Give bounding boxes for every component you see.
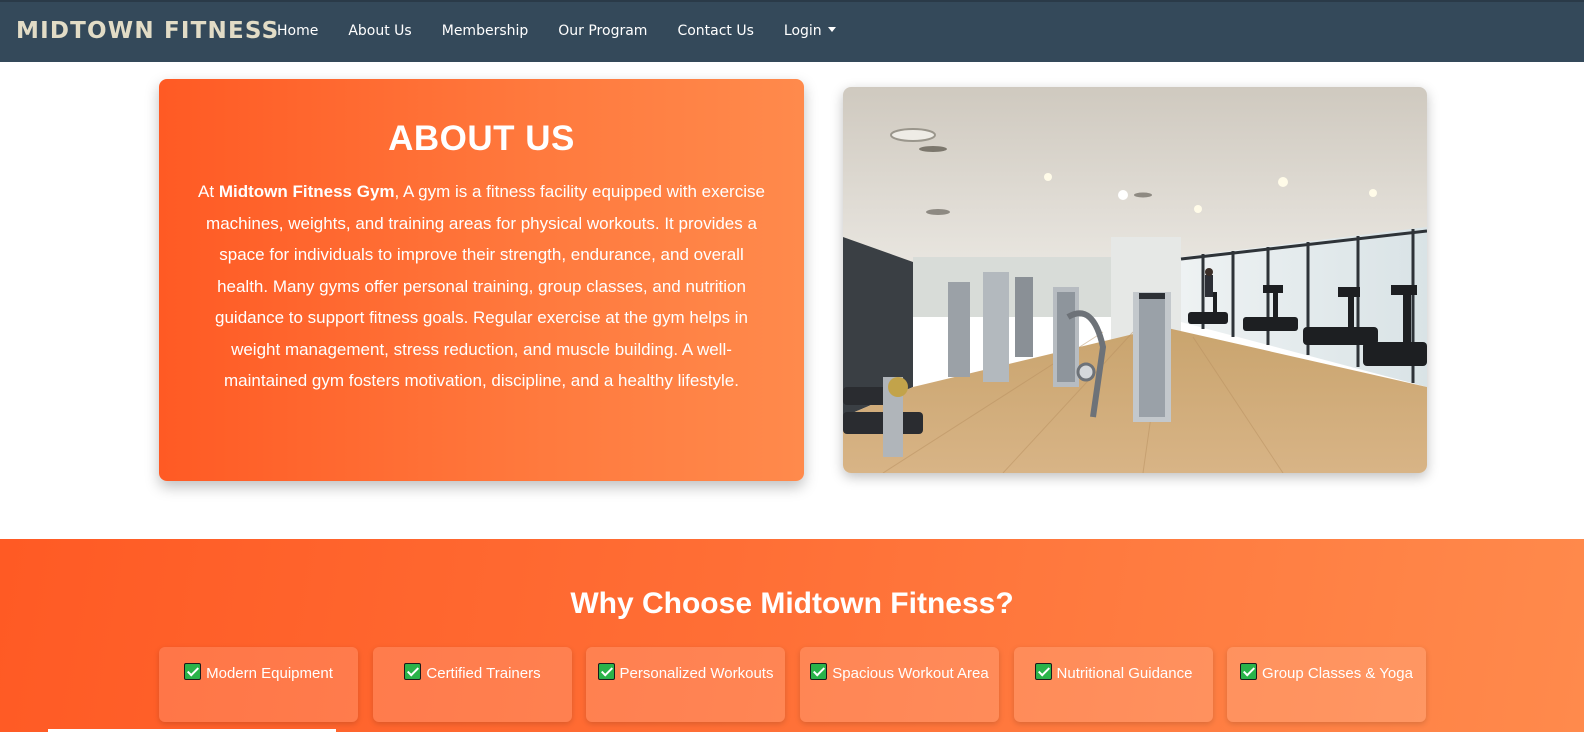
nav-membership[interactable]: Membership: [442, 23, 529, 39]
feature-card-group-classes-yoga: Group Classes & Yoga: [1227, 647, 1426, 722]
gym-interior-image: [843, 87, 1427, 473]
feature-card-personalized-workouts: Personalized Workouts: [586, 647, 785, 722]
about-intro: At: [198, 182, 219, 201]
about-brand-name: Midtown Fitness Gym: [218, 182, 395, 201]
feature-label: Spacious Workout Area: [832, 665, 989, 682]
chevron-down-icon: [827, 27, 836, 32]
why-choose-section: Why Choose Midtown Fitness? Modern Equip…: [0, 539, 1584, 732]
check-box-icon: [184, 663, 202, 680]
nav-our-program[interactable]: Our Program: [558, 23, 647, 39]
about-title: ABOUT US: [388, 119, 575, 158]
check-box-icon: [1034, 663, 1052, 680]
nav-home[interactable]: Home: [277, 23, 318, 39]
feature-label: Nutritional Guidance: [1056, 665, 1193, 682]
nav-about-us[interactable]: About Us: [348, 23, 411, 39]
about-body: , A gym is a fitness facility equipped w…: [206, 182, 765, 390]
feature-card-modern-equipment: Modern Equipment: [159, 647, 358, 722]
check-box-icon: [1240, 663, 1258, 680]
nav-login-dropdown[interactable]: Login: [784, 23, 836, 39]
top-navbar: MIDTOWN FITNESS Home About Us Membership…: [0, 0, 1584, 62]
feature-label: Modern Equipment: [206, 665, 333, 682]
check-box-icon: [597, 663, 615, 680]
check-box-icon: [810, 663, 828, 680]
feature-card-spacious-workout-area: Spacious Workout Area: [800, 647, 999, 722]
nav-contact-us[interactable]: Contact Us: [677, 23, 753, 39]
about-card: ABOUT US At Midtown Fitness Gym, A gym i…: [159, 79, 804, 481]
feature-card-nutritional-guidance: Nutritional Guidance: [1014, 647, 1213, 722]
why-choose-title: Why Choose Midtown Fitness?: [570, 587, 1014, 620]
nav-menu: Home About Us Membership Our Program Con…: [277, 23, 866, 39]
about-paragraph: At Midtown Fitness Gym, A gym is a fitne…: [195, 176, 768, 397]
login-label: Login: [783, 23, 822, 39]
feature-label: Personalized Workouts: [619, 665, 774, 682]
feature-label: Certified Trainers: [426, 665, 541, 682]
feature-card-certified-trainers: Certified Trainers: [373, 647, 572, 722]
feature-label: Group Classes & Yoga: [1262, 665, 1413, 682]
check-box-icon: [404, 663, 422, 680]
brand-logo[interactable]: MIDTOWN FITNESS: [16, 18, 279, 44]
